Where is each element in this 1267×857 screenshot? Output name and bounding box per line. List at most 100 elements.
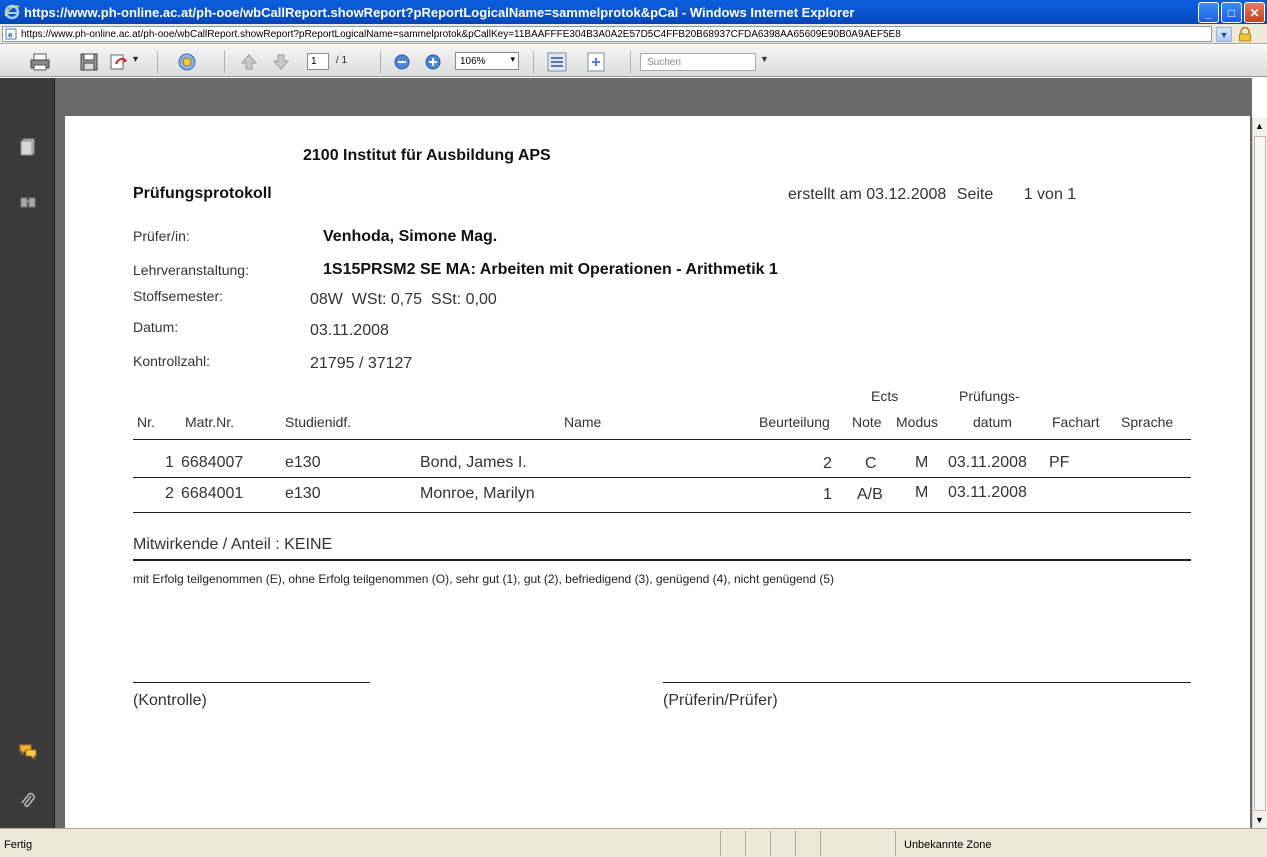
close-button[interactable]: ✕ <box>1244 2 1265 23</box>
navigation-panel <box>0 78 55 828</box>
pages-icon[interactable] <box>19 138 37 156</box>
cell-ects: C <box>865 455 877 472</box>
page-total: / 1 <box>336 55 348 66</box>
next-page-icon[interactable] <box>270 52 292 72</box>
scrollbar-thumb[interactable] <box>1254 136 1266 811</box>
stoffsemester-label: Stoffsemester: <box>133 288 224 304</box>
col-header-pdatum-top: Prüfungs- <box>959 388 1020 404</box>
lock-icon[interactable] <box>1238 27 1252 42</box>
col-header-name: Name <box>564 414 602 430</box>
stoffsemester-value: 08W WSt: 0,75 SSt: 0,00 <box>310 291 497 308</box>
address-field[interactable]: e https://www.ph-online.ac.at/ph-ooe/wbC… <box>2 26 1212 42</box>
lehrveranstaltung-value: 1S15PRSM2 SE MA: Arbeiten mit Operatione… <box>323 261 778 278</box>
kontrolle-label: (Kontrolle) <box>133 692 207 709</box>
attachment-icon[interactable] <box>19 792 37 810</box>
lehrveranstaltung-label: Lehrveranstaltung: <box>133 262 249 278</box>
cell-nr: 2 <box>165 485 174 502</box>
mitwirkende-text: Mitwirkende / Anteil : KEINE <box>133 536 333 553</box>
col-header-note: Note <box>852 414 882 430</box>
kontrollzahl-value: 21795 / 37127 <box>310 355 413 372</box>
chevron-down-icon: ▾ <box>510 54 515 64</box>
status-bar: Fertig Unbekannte Zone <box>0 828 1267 857</box>
page-icon: e <box>5 28 17 40</box>
pruefer-value: Venhoda, Simone Mag. <box>323 228 498 245</box>
col-header-pdatum-bottom: datum <box>973 414 1012 430</box>
table-header-line <box>133 439 1191 440</box>
section-divider <box>133 559 1191 561</box>
svg-text:e: e <box>8 31 13 40</box>
cell-datum: 03.11.2008 <box>948 454 1027 471</box>
table-bottom-line <box>133 512 1191 513</box>
cell-fachart: PF <box>1049 454 1070 471</box>
search-dropdown-icon[interactable]: ▼ <box>760 54 769 64</box>
cell-studienidf: e130 <box>285 485 321 502</box>
print-icon[interactable] <box>29 52 51 72</box>
comments-icon[interactable] <box>19 742 37 760</box>
pdf-toolbar: ▾ 1 / 1 106% ▾ Suchen ▼ <box>0 45 1267 77</box>
window-titlebar: https://www.ph-online.ac.at/ph-ooe/wbCal… <box>0 0 1267 24</box>
institute-name: 2100 Institut für Ausbildung APS <box>303 147 551 164</box>
maximize-button[interactable]: □ <box>1221 2 1242 23</box>
zoom-in-icon[interactable] <box>422 52 444 72</box>
cell-ects: A/B <box>857 486 883 503</box>
created-label: erstellt am <box>788 186 862 203</box>
created-date: 03.12.2008 <box>866 186 947 203</box>
window-title: https://www.ph-online.ac.at/ph-ooe/wbCal… <box>24 4 855 20</box>
cell-matr: 6684001 <box>181 485 244 502</box>
search-input[interactable]: Suchen <box>640 53 756 71</box>
export-icon[interactable] <box>108 52 130 72</box>
report-title: Prüfungsprotokoll <box>133 185 272 202</box>
col-header-studienidf: Studienidf. <box>285 414 352 430</box>
page-number-input[interactable]: 1 <box>307 53 329 70</box>
kontrollzahl-label: Kontrollzahl: <box>133 353 211 369</box>
created-info: erstellt am 03.12.2008 Seite 1 von 1 <box>788 186 1076 204</box>
col-header-ects: Ects <box>871 388 899 404</box>
zoom-out-icon[interactable] <box>391 52 413 72</box>
tool-icon[interactable] <box>176 52 198 72</box>
cell-beurteilung: 2 <box>823 455 832 472</box>
col-header-matr: Matr.Nr. <box>185 414 235 430</box>
zoom-value: 106% <box>460 55 486 67</box>
document-viewer: 2100 Institut für Ausbildung APS Prüfung… <box>55 78 1252 828</box>
previous-page-icon[interactable] <box>238 52 260 72</box>
col-header-modus: Modus <box>896 414 939 430</box>
cell-name: Bond, James I. <box>420 454 527 471</box>
cell-nr: 1 <box>165 454 174 471</box>
pruefer-signature-label: (Prüferin/Prüfer) <box>663 692 778 709</box>
col-header-sprache: Sprache <box>1121 414 1174 430</box>
cell-datum: 03.11.2008 <box>948 484 1027 501</box>
binoculars-icon[interactable] <box>19 192 37 210</box>
report-page: 2100 Institut für Ausbildung APS Prüfung… <box>65 116 1250 828</box>
cell-matr: 6684007 <box>181 454 244 471</box>
grading-legend: mit Erfolg teilgenommen (E), ohne Erfolg… <box>133 572 835 586</box>
fit-width-icon[interactable] <box>546 52 568 72</box>
datum-label: Datum: <box>133 319 179 335</box>
zoom-select[interactable]: 106% ▾ <box>455 52 519 70</box>
address-url: https://www.ph-online.ac.at/ph-ooe/wbCal… <box>21 28 901 40</box>
scroll-up-icon[interactable]: ▲ <box>1252 118 1267 134</box>
col-header-beurteilung: Beurteilung <box>759 414 830 430</box>
export-dropdown-icon[interactable]: ▾ <box>133 54 138 65</box>
save-icon[interactable] <box>78 52 100 72</box>
cell-modus: M <box>915 484 929 501</box>
minimize-button[interactable]: _ <box>1198 2 1219 23</box>
datum-value: 03.11.2008 <box>310 322 389 339</box>
status-text: Fertig <box>4 839 33 851</box>
cell-studienidf: e130 <box>285 454 321 471</box>
address-dropdown-button[interactable]: ▼ <box>1216 27 1232 42</box>
pruefer-label: Prüfer/in: <box>133 228 190 244</box>
internet-explorer-icon <box>4 4 20 20</box>
col-header-fachart: Fachart <box>1052 414 1100 430</box>
fit-page-icon[interactable] <box>585 52 607 72</box>
col-header-nr: Nr. <box>137 414 155 430</box>
row-divider <box>133 477 1191 478</box>
cell-name: Monroe, Marilyn <box>420 485 535 502</box>
security-zone: Unbekannte Zone <box>904 839 992 851</box>
cell-modus: M <box>915 454 929 471</box>
scroll-down-icon[interactable]: ▼ <box>1252 812 1267 828</box>
address-bar: e https://www.ph-online.ac.at/ph-ooe/wbC… <box>0 24 1267 44</box>
kontrolle-signature-line <box>133 682 370 683</box>
cell-beurteilung: 1 <box>823 486 832 503</box>
pruefer-signature-line <box>663 682 1191 683</box>
page-label: Seite <box>956 186 994 203</box>
